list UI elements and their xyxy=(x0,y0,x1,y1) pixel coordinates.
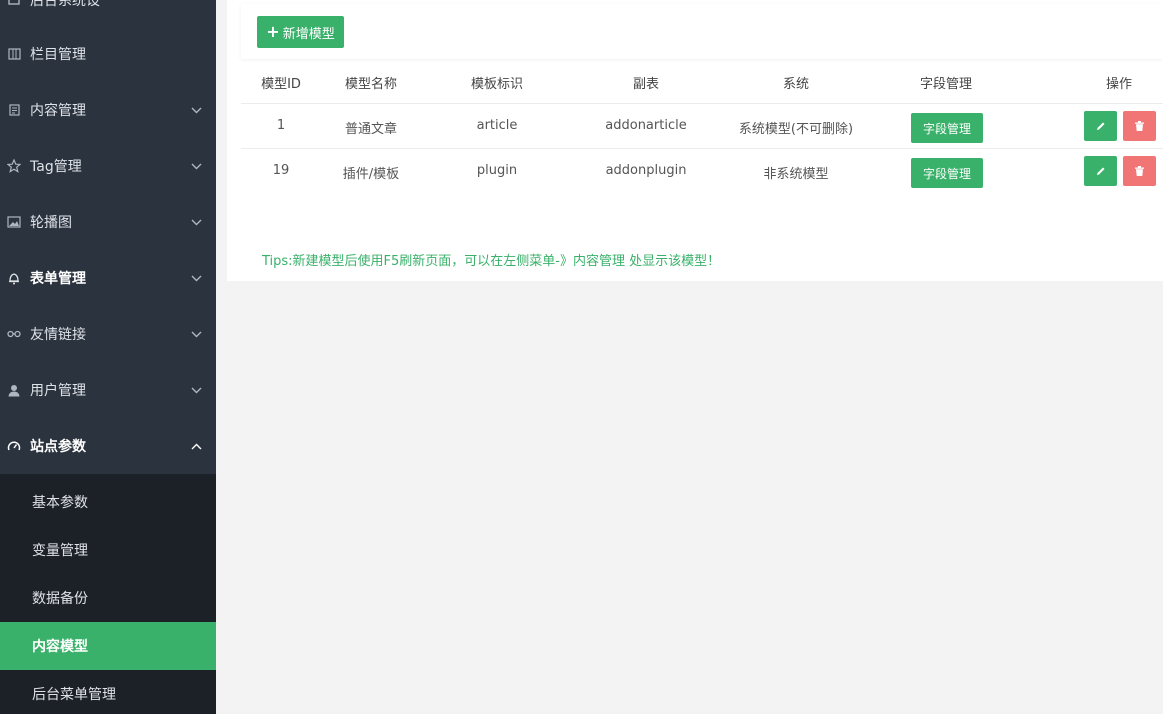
submenu-item-basic-params[interactable]: 基本参数 xyxy=(0,478,216,526)
chevron-up-icon xyxy=(176,443,216,450)
pencil-icon xyxy=(1096,122,1104,130)
sidebar-item-carousel[interactable]: 轮播图 xyxy=(0,194,216,250)
columns-icon xyxy=(0,48,30,60)
sidebar-item-label: 表单管理 xyxy=(30,271,86,287)
cell-template-tag: plugin xyxy=(476,163,518,178)
delete-button[interactable] xyxy=(1123,111,1156,141)
submenu-site-params: 基本参数 变量管理 数据备份 内容模型 后台菜单管理 xyxy=(0,474,216,714)
chevron-down-icon xyxy=(176,107,216,114)
user-icon xyxy=(0,384,30,397)
divider xyxy=(241,148,1163,149)
pencil-icon xyxy=(1096,167,1104,175)
sidebar-item-label: Tag管理 xyxy=(30,159,82,175)
header-template-tag: 模板标识 xyxy=(470,77,524,92)
sidebar-item-columns[interactable]: 栏目管理 xyxy=(0,26,216,82)
cell-template-tag: article xyxy=(476,118,518,133)
sidebar-item-label: 站点参数 xyxy=(30,439,86,455)
cell-model-id: 1 xyxy=(276,118,286,133)
cell-model-name: 普通文章 xyxy=(344,122,398,137)
sidebar-item-tag[interactable]: Tag管理 xyxy=(0,138,216,194)
chevron-down-icon xyxy=(176,275,216,282)
field-management-button[interactable]: 字段管理 xyxy=(911,158,983,188)
chevron-down-icon xyxy=(176,163,216,170)
sidebar-item-site-params[interactable]: 站点参数 xyxy=(0,418,216,474)
add-model-label: 新增模型 xyxy=(282,26,335,42)
submenu-item-backup[interactable]: 数据备份 xyxy=(0,574,216,622)
submenu-item-variables[interactable]: 变量管理 xyxy=(0,526,216,574)
cell-sub-table: addonarticle xyxy=(605,118,687,133)
toolbar xyxy=(241,4,1163,59)
header-actions: 操作 xyxy=(1105,77,1133,92)
header-system: 系统 xyxy=(782,77,810,92)
sidebar-item-users[interactable]: 用户管理 xyxy=(0,362,216,418)
cell-sub-table: addonplugin xyxy=(605,163,687,178)
link-icon xyxy=(0,330,30,338)
delete-button[interactable] xyxy=(1123,156,1156,186)
sidebar-item-system-settings[interactable]: 后台系统设 xyxy=(0,0,216,28)
document-icon xyxy=(0,104,30,116)
sidebar-item-label: 友情链接 xyxy=(30,327,86,343)
plus-icon: + xyxy=(266,22,280,41)
chevron-down-icon xyxy=(176,331,216,338)
chevron-down-icon xyxy=(176,219,216,226)
divider xyxy=(241,103,1163,104)
sidebar-item-label: 用户管理 xyxy=(30,383,86,399)
field-management-button[interactable]: 字段管理 xyxy=(911,113,983,143)
header-sub-table: 副表 xyxy=(632,77,660,92)
cell-system: 非系统模型 xyxy=(763,167,829,182)
cell-model-id: 19 xyxy=(272,163,290,178)
header-model-id: 模型ID xyxy=(261,77,301,92)
header-model-name: 模型名称 xyxy=(344,77,398,92)
sidebar-item-label: 栏目管理 xyxy=(30,47,86,63)
sidebar-item-forms[interactable]: 表单管理 xyxy=(0,250,216,306)
sidebar-item-label: 内容管理 xyxy=(30,103,86,119)
header-field-management: 字段管理 xyxy=(919,77,973,92)
sidebar: 后台系统设 栏目管理 内容管理 Tag管理 轮播图 表单管理 友情链接 用户管理… xyxy=(0,0,216,714)
star-icon xyxy=(0,159,30,173)
dashboard-icon xyxy=(0,440,30,452)
sidebar-item-links[interactable]: 友情链接 xyxy=(0,306,216,362)
chevron-down-icon xyxy=(176,387,216,394)
sidebar-item-label: 轮播图 xyxy=(30,215,72,231)
trash-icon xyxy=(1135,166,1144,176)
sidebar-item-label: 后台系统设 xyxy=(30,0,100,9)
settings-icon xyxy=(0,0,30,6)
bell-icon xyxy=(0,272,30,285)
image-icon xyxy=(0,216,30,228)
add-model-button[interactable]: + 新增模型 xyxy=(257,16,344,48)
edit-button[interactable] xyxy=(1084,156,1117,186)
sidebar-item-content[interactable]: 内容管理 xyxy=(0,82,216,138)
cell-model-name: 插件/模板 xyxy=(342,167,400,182)
edit-button[interactable] xyxy=(1084,111,1117,141)
submenu-item-content-model[interactable]: 内容模型 xyxy=(0,622,216,670)
trash-icon xyxy=(1135,121,1144,131)
cell-system: 系统模型(不可删除) xyxy=(738,122,854,137)
tips-text: Tips:新建模型后使用F5刷新页面，可以在左侧菜单-》内容管理 处显示该模型！ xyxy=(262,254,721,269)
submenu-item-admin-menu[interactable]: 后台菜单管理 xyxy=(0,670,216,714)
